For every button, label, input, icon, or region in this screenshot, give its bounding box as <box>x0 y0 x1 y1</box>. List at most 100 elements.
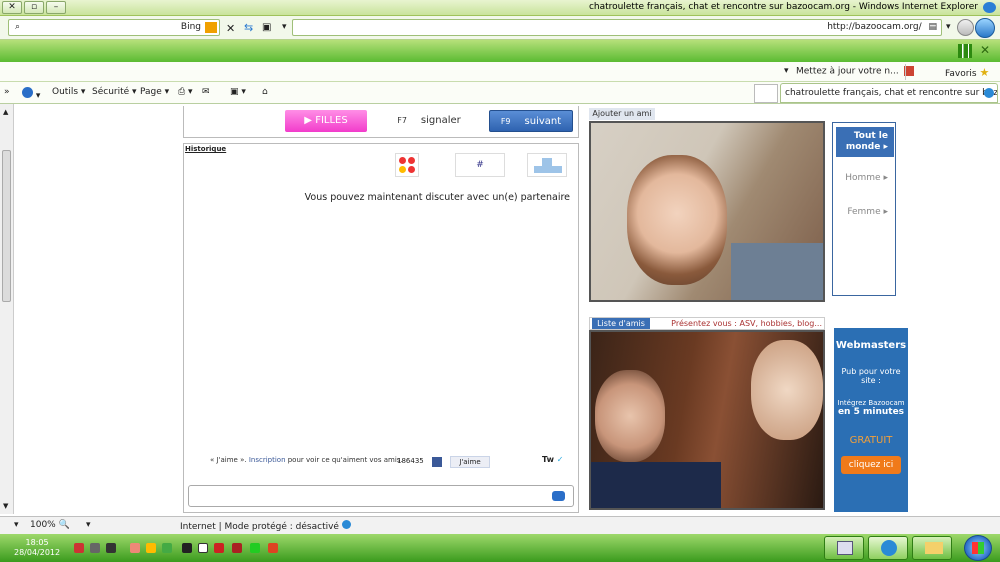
favorites-bar: ▾ Mettez à jour votre n... Favoris ★ <box>0 62 1000 82</box>
search-input[interactable]: ⌕ Bing <box>8 19 220 36</box>
blocks-icon-top <box>542 158 552 166</box>
taskbar-app-explorer[interactable] <box>912 536 952 560</box>
webmasters-title: Webmasters <box>835 340 907 351</box>
zoom-level[interactable]: 100% 🔍 <box>30 520 70 530</box>
zoom-dropdown-icon[interactable]: ▾ <box>14 520 19 530</box>
home-icon[interactable]: ⌂ <box>262 87 268 97</box>
webmasters-free: GRATUIT <box>849 435 893 446</box>
next-label: suivant <box>524 116 562 127</box>
report-label: signaler <box>420 115 461 126</box>
favorites-button[interactable]: Favoris ★ <box>945 66 989 79</box>
compat-view-icon[interactable]: ▣ <box>262 22 271 33</box>
tray-icon-1[interactable] <box>74 543 84 553</box>
maximize-icon: ▫ <box>30 2 38 12</box>
twitter-button[interactable]: Tw ✓ <box>542 455 563 464</box>
taskbar-app-1[interactable] <box>824 536 864 560</box>
tray-icon-12[interactable] <box>268 543 278 553</box>
report-button[interactable]: F7 signaler <box>394 110 464 132</box>
mail-icon[interactable]: ✉ <box>202 87 210 97</box>
signal-icon <box>958 44 972 58</box>
page-label: Page <box>140 87 162 97</box>
webmasters-line1: Pub pour votre site : <box>841 367 901 385</box>
tray-icon-8[interactable] <box>198 543 208 553</box>
feeds-icon[interactable]: ▣ ▾ <box>230 87 246 97</box>
search-icon: ⌕ <box>15 22 21 32</box>
friends-list-label: Liste d'amis <box>597 319 645 328</box>
signup-link[interactable]: Inscription <box>249 456 286 464</box>
clock[interactable]: 18:05 28/04/2012 <box>14 538 60 558</box>
folder-icon <box>925 542 943 554</box>
zone-label: Internet | Mode protégé : désactivé <box>180 522 339 532</box>
tray-icon-2[interactable] <box>90 543 100 553</box>
tray-icon-4[interactable] <box>130 543 140 553</box>
new-tab-button[interactable] <box>754 84 778 103</box>
history-dropdown-icon[interactable]: ▾ <box>946 22 951 32</box>
gender-option-all[interactable]: Tout le monde ▸ <box>836 127 894 157</box>
minimize-window-button[interactable]: – <box>46 1 66 14</box>
webmasters-ad[interactable]: Webmasters Pub pour votre site : Intégre… <box>834 328 908 512</box>
chat-controls: ▶ FILLES F7 signaler F9 suivant <box>183 106 579 138</box>
gender-option-female[interactable]: Femme ▸ <box>836 197 894 227</box>
face-shape <box>627 155 727 285</box>
tray-icon-6[interactable] <box>162 543 172 553</box>
scrollbar-thumb[interactable] <box>2 150 11 302</box>
page-menu[interactable]: Page ▾ <box>140 87 169 97</box>
refresh-icon[interactable]: ⇆ <box>244 21 253 34</box>
favorite-item[interactable]: Mettez à jour votre n... <box>796 66 914 77</box>
facebook-icon <box>432 457 442 467</box>
gender-male-label: Homme <box>845 173 881 183</box>
close-icon: ✕ <box>8 2 16 12</box>
tictactoe-icon: # <box>476 160 484 170</box>
tray-icon-10[interactable] <box>232 543 242 553</box>
game-tile-red[interactable] <box>395 153 419 177</box>
security-menu[interactable]: Sécurité ▾ <box>92 87 137 97</box>
url-text: http://bazoocam.org/ <box>827 22 922 32</box>
history-link[interactable]: Historique <box>185 145 226 153</box>
help-button[interactable]: ▾ <box>22 87 40 101</box>
red-dot-icon <box>408 157 415 164</box>
zone-dropdown-icon[interactable]: ▾ <box>86 520 91 530</box>
tray-icon-9[interactable] <box>214 543 224 553</box>
scroll-down-icon[interactable]: ▼ <box>3 502 8 510</box>
back-button[interactable] <box>975 18 995 38</box>
maximize-window-button[interactable]: ▫ <box>24 1 44 14</box>
next-button[interactable]: F9 suivant <box>489 110 573 132</box>
close-window-button[interactable]: ✕ <box>2 1 22 14</box>
url-dropdown-icon[interactable]: ▾ <box>282 22 287 32</box>
forward-button[interactable] <box>957 19 974 36</box>
close-toolbar-icon[interactable]: ✕ <box>980 43 990 57</box>
tray-icon-7[interactable] <box>182 543 192 553</box>
scroll-up-icon[interactable]: ▲ <box>3 108 8 116</box>
zoom-label: 100% <box>30 520 56 530</box>
chevron-down-icon[interactable]: ▾ <box>784 66 789 76</box>
tictactoe-game-button[interactable]: # <box>455 153 505 177</box>
report-key: F7 <box>397 116 407 125</box>
tools-menu[interactable]: Outils ▾ <box>52 87 85 97</box>
blocks-game-button[interactable] <box>527 153 567 177</box>
search-placeholder: Bing <box>180 22 201 32</box>
start-button[interactable] <box>964 535 992 561</box>
like-button[interactable]: J'aime <box>450 456 490 468</box>
chat-input[interactable] <box>188 485 574 507</box>
tray-icon-11[interactable] <box>250 543 260 553</box>
taskbar-app-ie[interactable] <box>868 536 908 560</box>
url-field[interactable]: http://bazoocam.org/ ▤ <box>292 19 942 36</box>
system-message: Vous pouvez maintenant discuter avec un(… <box>304 192 570 203</box>
gender-option-male[interactable]: Homme ▸ <box>836 163 894 193</box>
stop-icon[interactable]: ✕ <box>226 22 235 35</box>
red-dot-icon <box>408 166 415 173</box>
girls-filter-button[interactable]: ▶ FILLES <box>285 110 367 132</box>
print-icon[interactable]: ⎙ ▾ <box>178 87 193 97</box>
click-here-button[interactable]: cliquez ici <box>841 456 901 474</box>
add-friend-button[interactable]: Ajouter un ami <box>589 108 655 120</box>
send-icon[interactable] <box>552 491 565 501</box>
vertical-scrollbar[interactable]: ▲ ▼ <box>0 104 14 514</box>
friends-list-button[interactable]: Liste d'amis <box>592 318 650 329</box>
more-commands-icon[interactable]: » <box>4 87 10 97</box>
tray-icon-5[interactable] <box>146 543 156 553</box>
tab-active[interactable]: chatroulette français, chat et rencontre… <box>780 83 998 103</box>
divider <box>905 64 906 80</box>
taskbar: 18:05 28/04/2012 <box>0 534 1000 562</box>
window-title: chatroulette français, chat et rencontre… <box>588 2 978 12</box>
tray-icon-3[interactable] <box>106 543 116 553</box>
